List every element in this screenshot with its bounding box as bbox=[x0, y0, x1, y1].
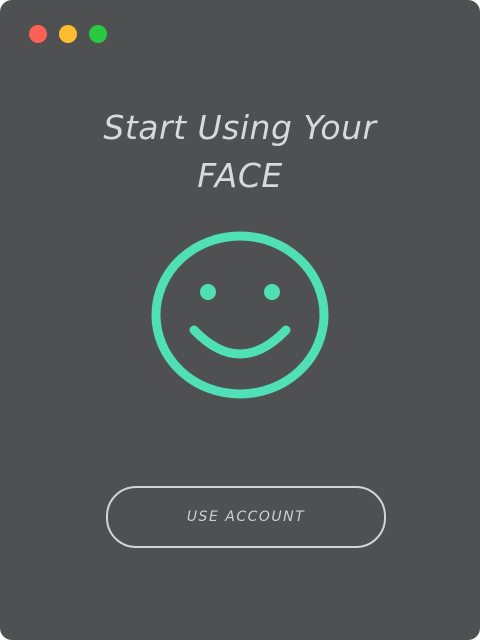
close-button[interactable] bbox=[29, 25, 47, 43]
zoom-button[interactable] bbox=[89, 25, 107, 43]
title-line-2: FACE bbox=[197, 156, 283, 195]
smiley-face-icon bbox=[151, 231, 329, 399]
app-window: Start Using Your FACE USE ACCOUNT bbox=[0, 0, 480, 640]
minimize-button[interactable] bbox=[59, 25, 77, 43]
window-controls bbox=[29, 25, 107, 43]
title-line-1: Start Using Your bbox=[103, 108, 377, 147]
page-title: Start Using Your FACE bbox=[0, 104, 480, 200]
use-account-button[interactable]: USE ACCOUNT bbox=[106, 486, 386, 548]
